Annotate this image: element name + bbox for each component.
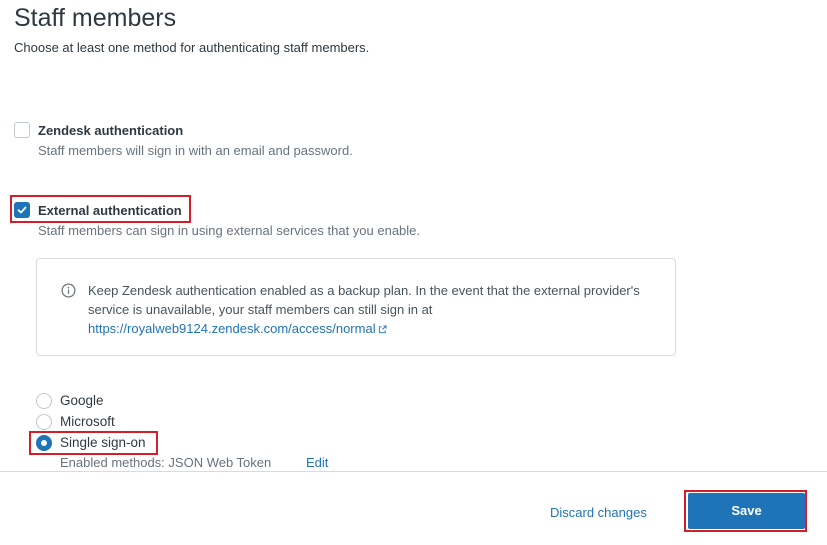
external-auth-checkbox[interactable]: [14, 202, 30, 218]
microsoft-label[interactable]: Microsoft: [60, 414, 115, 429]
zendesk-auth-hint: Staff members will sign in with an email…: [38, 143, 353, 158]
footer-divider: [0, 471, 827, 472]
google-radio[interactable]: [36, 393, 52, 409]
external-link-icon: [378, 325, 387, 334]
backup-plan-notice: Keep Zendesk authentication enabled as a…: [36, 258, 676, 356]
discard-changes-button[interactable]: Discard changes: [550, 505, 647, 520]
notice-message: Keep Zendesk authentication enabled as a…: [88, 283, 640, 317]
single-sign-on-label[interactable]: Single sign-on: [60, 435, 146, 450]
sso-enabled-methods: Enabled methods: JSON Web Token: [60, 455, 272, 470]
checkmark-icon: [17, 206, 27, 214]
page-title: Staff members: [14, 4, 177, 32]
save-button[interactable]: Save: [688, 493, 805, 529]
zendesk-auth-checkbox[interactable]: [14, 122, 30, 138]
microsoft-radio[interactable]: [36, 414, 52, 430]
zendesk-auth-label[interactable]: Zendesk authentication: [38, 123, 183, 138]
single-sign-on-radio[interactable]: [36, 435, 52, 451]
notice-text: Keep Zendesk authentication enabled as a…: [88, 281, 648, 338]
google-label[interactable]: Google: [60, 393, 104, 408]
edit-sso-link[interactable]: Edit: [306, 455, 328, 470]
page-description: Choose at least one method for authentic…: [14, 40, 370, 55]
external-auth-hint: Staff members can sign in using external…: [38, 223, 421, 238]
external-auth-label[interactable]: External authentication: [38, 203, 182, 218]
info-icon: [61, 283, 76, 298]
normal-access-link[interactable]: https://royalweb9124.zendesk.com/access/…: [88, 321, 387, 336]
